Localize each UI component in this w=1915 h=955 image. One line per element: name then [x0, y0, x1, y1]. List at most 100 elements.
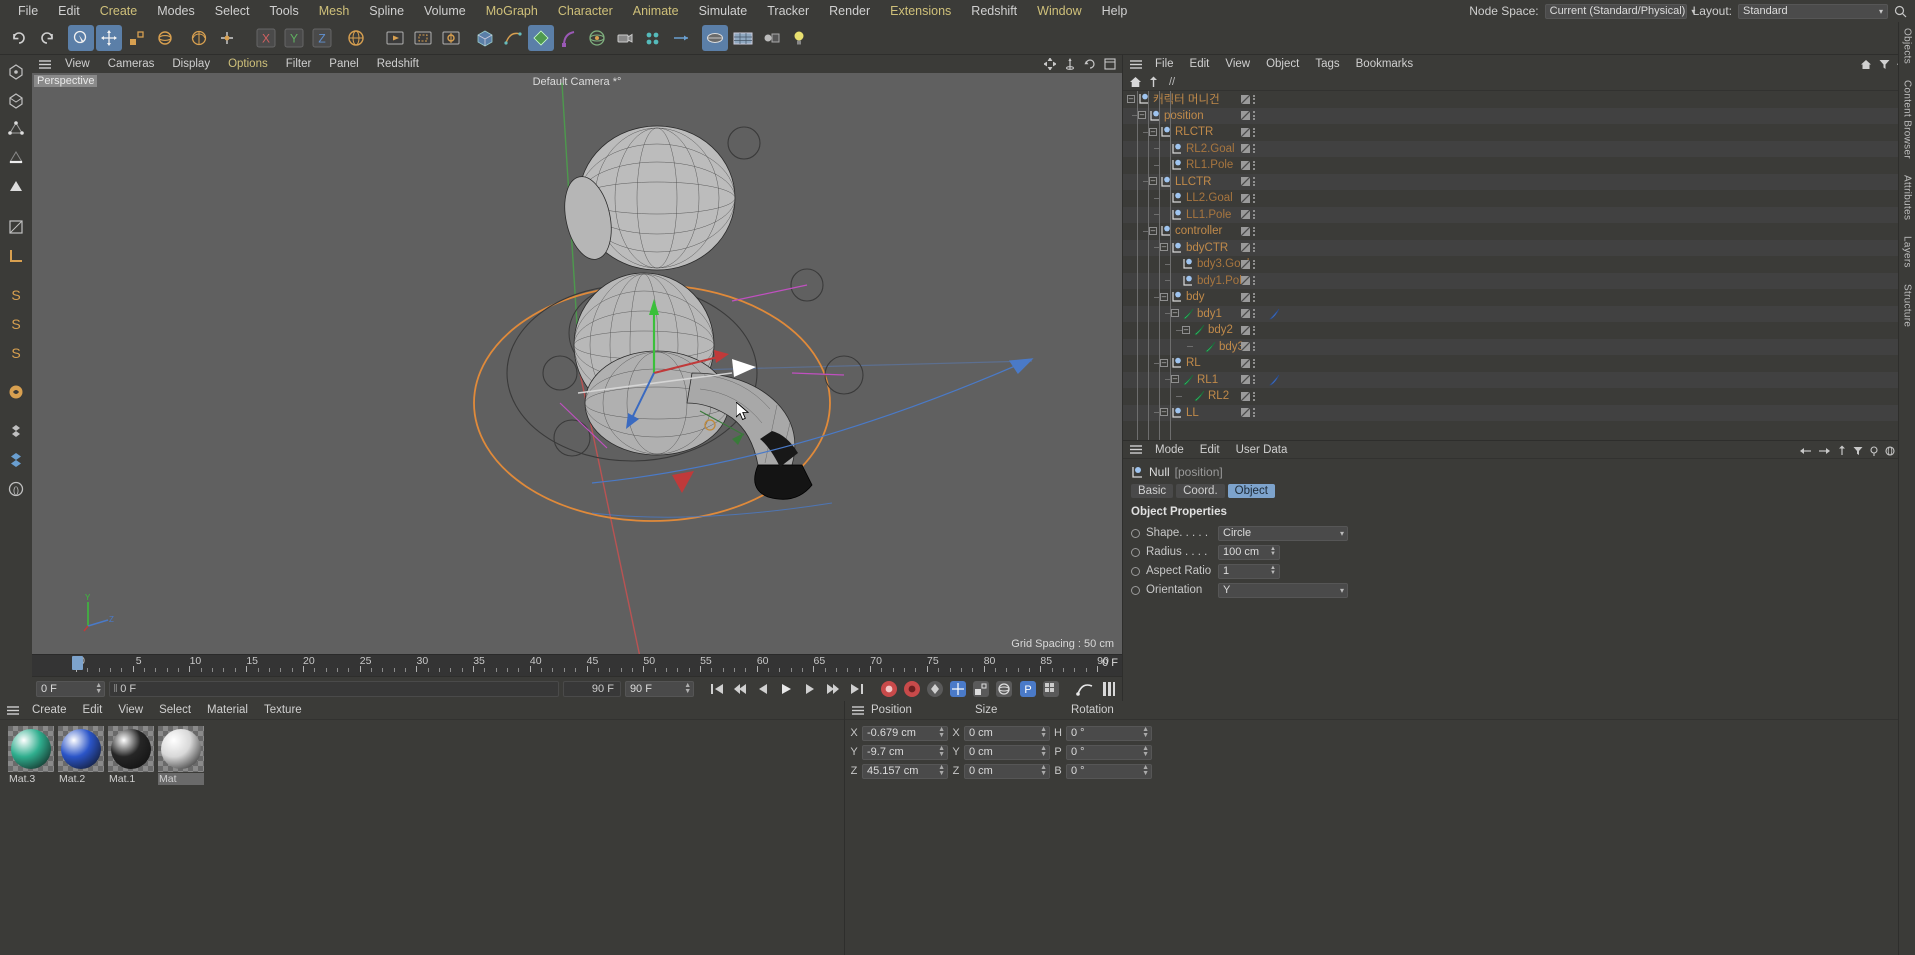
object-tags[interactable] — [1241, 259, 1255, 269]
ik-tag-icon[interactable] — [1269, 374, 1281, 386]
viewport-menu-panel[interactable]: Panel — [320, 58, 367, 70]
environment-icon[interactable] — [584, 25, 610, 51]
lock-x-axis-icon[interactable]: X — [253, 25, 279, 51]
material-menu-create[interactable]: Create — [24, 704, 75, 716]
visibility-tag-icon[interactable] — [1241, 160, 1250, 170]
visibility-tag-icon[interactable] — [1241, 226, 1250, 236]
visibility-tag-icon[interactable] — [1241, 292, 1250, 302]
object-row[interactable]: RL2 — [1123, 388, 1915, 405]
spinner-icon[interactable]: ▲ ▼ — [1142, 745, 1149, 758]
light-icon[interactable] — [786, 25, 812, 51]
coord-size-z-field[interactable]: 0 cm ▲ ▼ — [964, 763, 1050, 779]
zoom-view-icon[interactable] — [1064, 58, 1076, 70]
tag-dots-icon[interactable] — [1253, 342, 1255, 352]
spinner-icon[interactable]: ▲ ▼ — [1270, 546, 1276, 557]
edge-mode-icon[interactable] — [3, 146, 29, 172]
material-menu-texture[interactable]: Texture — [256, 704, 310, 716]
menu-file[interactable]: File — [8, 0, 48, 22]
viewport-menu-view[interactable]: View — [56, 58, 99, 70]
attr-menu-mode[interactable]: Mode — [1147, 444, 1192, 456]
vertical-tab-attributes[interactable]: Attributes — [1902, 175, 1913, 220]
step-forward-keyframe-icon[interactable] — [823, 679, 842, 699]
tag-dots-icon[interactable] — [1253, 276, 1255, 286]
object-row[interactable]: – bdy — [1123, 289, 1915, 306]
end-frame-field[interactable]: 90 F ▲ ▼ — [624, 681, 695, 697]
pla-key-icon[interactable] — [1041, 679, 1060, 699]
current-frame-field[interactable]: 0 F ▲ ▼ — [36, 681, 106, 697]
tag-dots-icon[interactable] — [1253, 160, 1255, 170]
menu-mograph[interactable]: MoGraph — [476, 0, 548, 22]
search-icon[interactable] — [1894, 5, 1911, 18]
viewport-menu-filter[interactable]: Filter — [277, 58, 321, 70]
object-manager-tree[interactable]: – 캐릭터 머니건 – position – RLCTR RL2.Goal RL1.Pole –… — [1123, 91, 1915, 440]
sphere-icon[interactable] — [1885, 445, 1895, 456]
object-tags[interactable] — [1241, 210, 1255, 220]
attr-menu-edit[interactable]: Edit — [1192, 444, 1228, 456]
spinner-icon[interactable]: ▲ ▼ — [1142, 726, 1149, 739]
object-row[interactable]: – position — [1123, 107, 1915, 124]
viewport-menu-cameras[interactable]: Cameras — [99, 58, 164, 70]
object-row[interactable]: – bdy2 — [1123, 322, 1915, 339]
coord-position-z-field[interactable]: 45.157 cm ▲ ▼ — [862, 763, 948, 779]
material-item[interactable]: Mat.1 — [108, 726, 154, 785]
spinner-icon[interactable]: ▲ ▼ — [1040, 726, 1047, 739]
go-to-start-icon[interactable] — [708, 679, 727, 699]
maximize-view-icon[interactable] — [1104, 58, 1116, 70]
property-input[interactable]: 100 cm ▲ ▼ — [1218, 544, 1280, 560]
tree-expand-toggle[interactable]: – — [1138, 111, 1146, 119]
object-row[interactable]: – RLCTR — [1123, 124, 1915, 141]
material-preview[interactable] — [58, 726, 104, 772]
tag-dots-icon[interactable] — [1253, 94, 1255, 104]
texture-axis-icon[interactable] — [3, 214, 29, 240]
visibility-tag-icon[interactable] — [1241, 408, 1250, 418]
animation-mode-icon[interactable] — [1076, 679, 1095, 699]
menu-select[interactable]: Select — [205, 0, 260, 22]
spinner-icon[interactable]: ▲ ▼ — [95, 682, 102, 695]
workplane-icon[interactable] — [3, 243, 29, 269]
visibility-tag-icon[interactable] — [1241, 144, 1250, 154]
tag-dots-icon[interactable] — [1253, 408, 1255, 418]
tag-dots-icon[interactable] — [1253, 325, 1255, 335]
keyframe-selection-icon[interactable] — [926, 679, 945, 699]
object-tags[interactable] — [1241, 160, 1255, 170]
tag-dots-icon[interactable] — [1253, 193, 1255, 203]
up-arrow-icon[interactable] — [1837, 445, 1847, 456]
hamburger-icon[interactable] — [851, 705, 865, 716]
menu-spline[interactable]: Spline — [359, 0, 414, 22]
attr-menu-user-data[interactable]: User Data — [1228, 444, 1296, 456]
material-item[interactable]: Mat — [158, 726, 204, 785]
pan-view-icon[interactable] — [1044, 58, 1056, 70]
coord-rotation-b-field[interactable]: 0 ° ▲ ▼ — [1066, 763, 1152, 779]
material-menu-edit[interactable]: Edit — [75, 704, 111, 716]
chevron-down-icon[interactable]: ▾ — [1340, 529, 1344, 538]
forward-arrow-icon[interactable] — [1818, 446, 1831, 456]
live-select-icon[interactable] — [68, 25, 94, 51]
render-settings-icon[interactable] — [438, 25, 464, 51]
object-mode-icon[interactable] — [3, 88, 29, 114]
home-icon[interactable] — [1860, 59, 1872, 70]
vertical-tab-layers[interactable]: Layers — [1902, 236, 1913, 268]
visibility-tag-icon[interactable] — [1241, 94, 1250, 104]
material-menu-select[interactable]: Select — [151, 704, 199, 716]
attr-tab-basic[interactable]: Basic — [1131, 484, 1174, 498]
camera-icon[interactable] — [612, 25, 638, 51]
model-mode-icon[interactable] — [3, 59, 29, 85]
tree-expand-toggle[interactable]: – — [1149, 177, 1157, 185]
lock-transform-icon[interactable] — [3, 379, 29, 405]
menu-modes[interactable]: Modes — [147, 0, 205, 22]
coord-size-x-field[interactable]: 0 cm ▲ ▼ — [964, 725, 1050, 741]
object-tags[interactable] — [1241, 226, 1255, 236]
tag-dots-icon[interactable] — [1253, 309, 1255, 319]
layout-select[interactable]: Standard ▾ — [1738, 3, 1888, 19]
step-back-frame-icon[interactable] — [754, 679, 773, 699]
visibility-tag-icon[interactable] — [1241, 309, 1250, 319]
object-row[interactable]: LL2.Goal — [1123, 190, 1915, 207]
spinner-icon[interactable]: ▲ ▼ — [1040, 764, 1047, 777]
menu-mesh[interactable]: Mesh — [309, 0, 360, 22]
go-to-end-icon[interactable] — [847, 679, 866, 699]
object-row[interactable]: – bdyCTR — [1123, 239, 1915, 256]
spinner-icon[interactable]: ▲ ▼ — [1142, 764, 1149, 777]
property-input[interactable]: 1 ▲ ▼ — [1218, 563, 1280, 579]
tree-expand-toggle[interactable]: – — [1160, 243, 1168, 251]
visibility-tag-icon[interactable] — [1241, 177, 1250, 187]
